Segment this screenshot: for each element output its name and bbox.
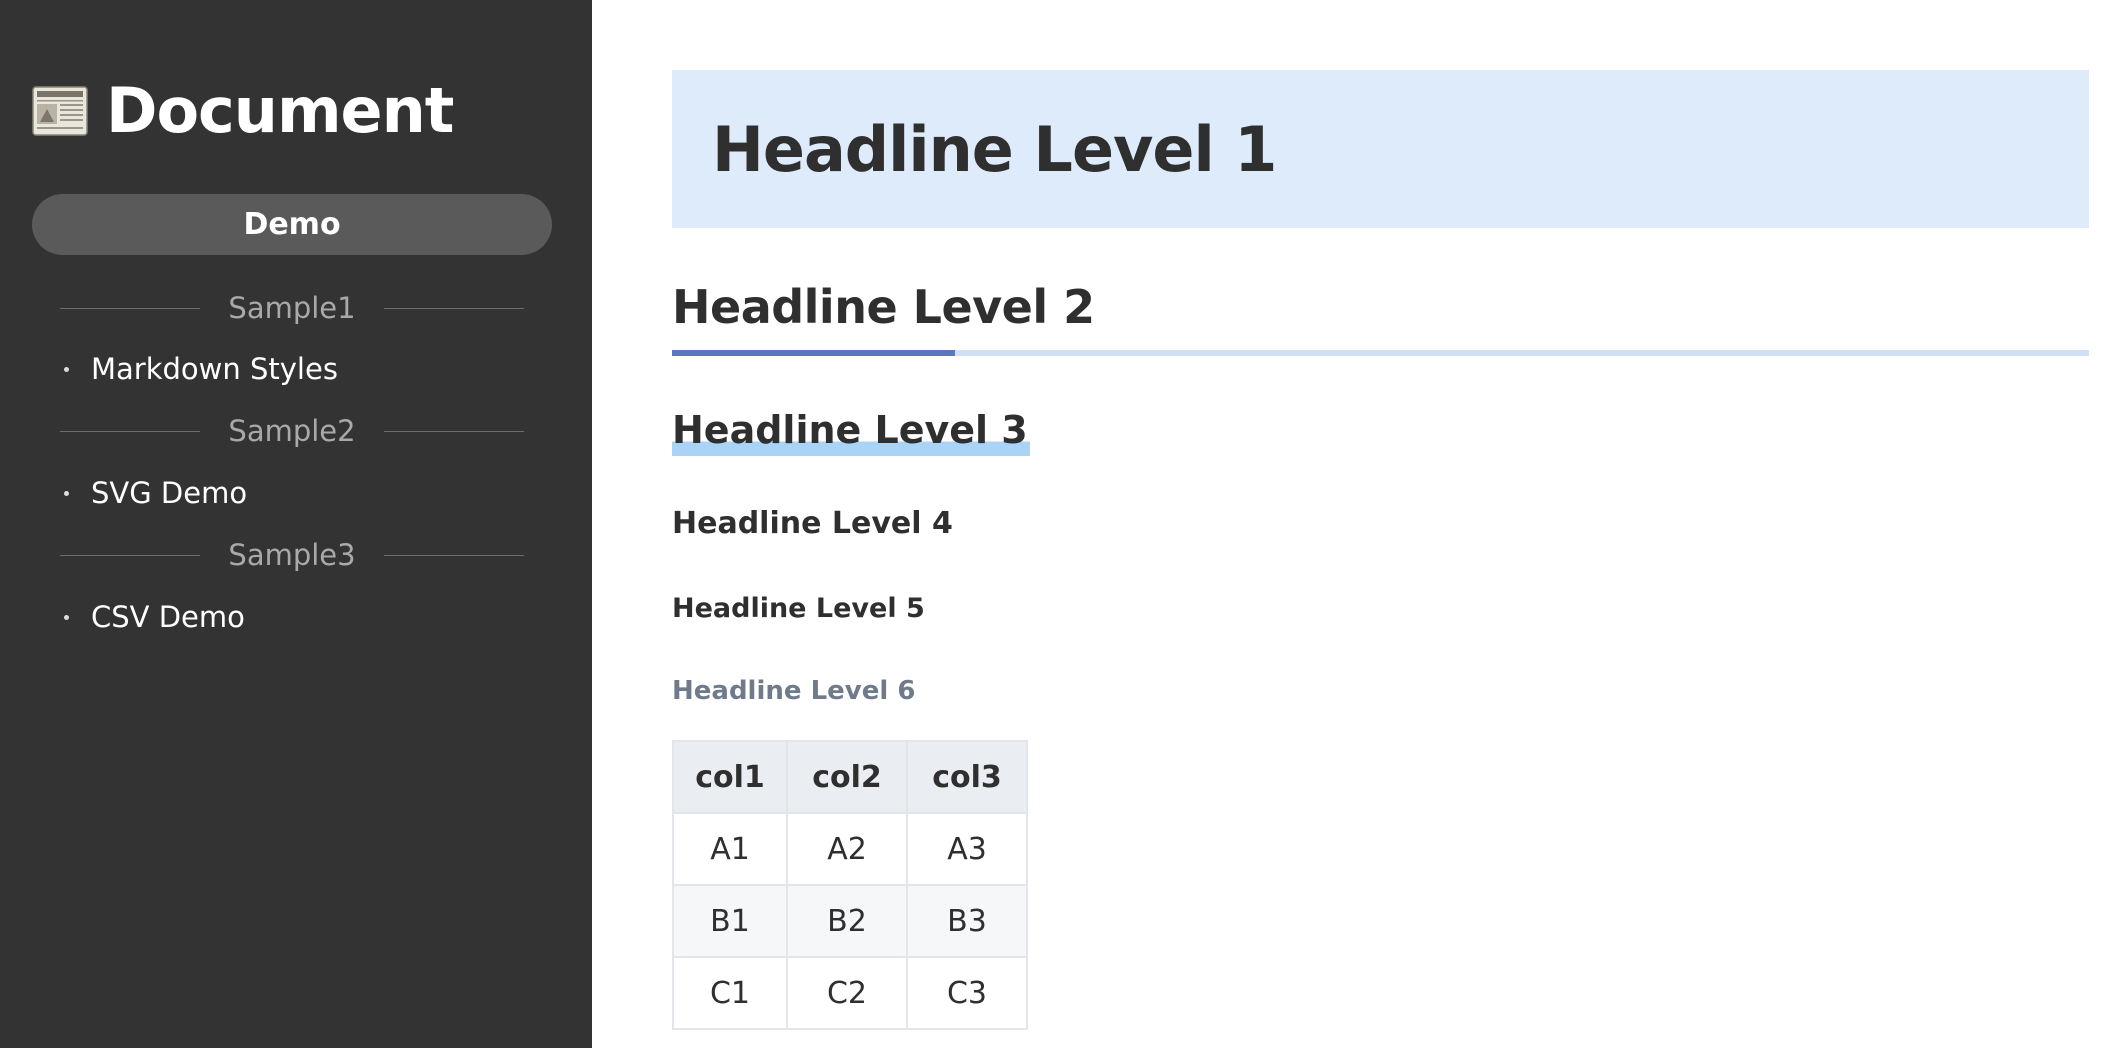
sidebar-item-label: CSV Demo [91, 600, 245, 634]
sidebar-item-svg-demo[interactable]: SVG Demo [60, 471, 247, 515]
sidebar-item-label: Markdown Styles [91, 352, 338, 386]
table-cell: A2 [786, 812, 908, 886]
bullet-icon [64, 614, 69, 620]
h1-container: Headline Level 1 [672, 70, 2089, 228]
table-row: B1 B2 B3 [672, 884, 1028, 958]
section-label: Sample1 [228, 291, 356, 325]
bullet-icon [64, 366, 69, 372]
sidebar-item-label: SVG Demo [91, 476, 248, 510]
sidebar-item-markdown-styles[interactable]: Markdown Styles [60, 347, 338, 391]
divider-rule [60, 430, 201, 432]
headline-level-2: Headline Level 2 [672, 280, 1095, 334]
sidebar: Document Demo Sample1 Markdown Styles Sa… [0, 0, 592, 1048]
sidebar-item-csv-demo[interactable]: CSV Demo [60, 595, 245, 639]
table-cell: A1 [672, 812, 788, 886]
table-row: C1 C2 C3 [672, 956, 1028, 1030]
divider-rule [60, 554, 201, 556]
table-row: A1 A2 A3 [672, 812, 1028, 886]
table-header-cell: col3 [906, 740, 1028, 814]
table-header-row: col1 col2 col3 [672, 740, 1028, 814]
divider-rule [60, 307, 201, 309]
divider-rule [383, 554, 524, 556]
section-label: Sample3 [228, 538, 356, 572]
table-cell: C1 [672, 956, 788, 1030]
demo-group-button[interactable]: Demo [32, 194, 552, 255]
headline-level-4: Headline Level 4 [672, 506, 953, 541]
bullet-icon [64, 490, 69, 496]
newspaper-icon [32, 86, 88, 136]
headline-level-1: Headline Level 1 [712, 112, 1277, 186]
section-divider-sample3: Sample3 [60, 535, 524, 575]
h2-underline-accent [672, 350, 955, 356]
divider-rule [383, 430, 524, 432]
table-header-cell: col2 [786, 740, 908, 814]
table-cell: B3 [906, 884, 1028, 958]
headline-level-6: Headline Level 6 [672, 676, 916, 706]
section-label: Sample2 [228, 414, 356, 448]
data-table: col1 col2 col3 A1 A2 A3 B1 B2 B3 C1 C2 C… [672, 740, 1028, 1030]
brand[interactable]: Document [32, 74, 454, 147]
table-cell: B2 [786, 884, 908, 958]
divider-rule [383, 307, 524, 309]
section-divider-sample2: Sample2 [60, 411, 524, 451]
table-cell: A3 [906, 812, 1028, 886]
headline-level-5: Headline Level 5 [672, 593, 925, 624]
table-cell: C3 [906, 956, 1028, 1030]
table-header-cell: col1 [672, 740, 788, 814]
headline-level-3: Headline Level 3 [672, 404, 1030, 456]
section-divider-sample1: Sample1 [60, 288, 524, 328]
table-cell: C2 [786, 956, 908, 1030]
h2-underline [672, 350, 2089, 356]
table-cell: B1 [672, 884, 788, 958]
brand-title: Document [106, 74, 454, 147]
main-content: Headline Level 1 Headline Level 2 Headli… [592, 0, 2122, 1048]
